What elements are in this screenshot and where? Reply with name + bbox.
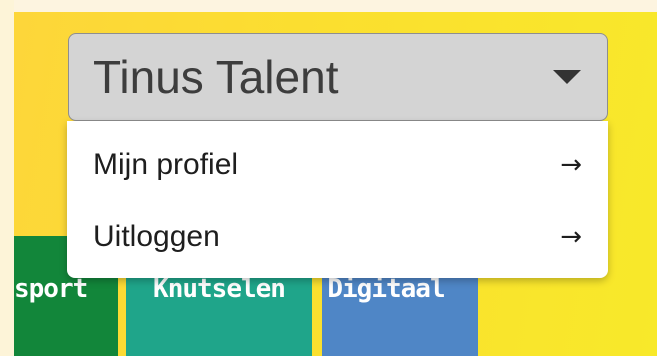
- menu-item-label: Uitloggen: [93, 220, 220, 253]
- category-label: sport: [14, 274, 88, 304]
- arrow-right-icon: →: [560, 222, 582, 252]
- category-label: Digitaal: [327, 274, 445, 304]
- menu-item-uitloggen[interactable]: Uitloggen →: [67, 201, 608, 273]
- user-menu-toggle[interactable]: Tinus Talent: [68, 33, 608, 121]
- username: Tinus Talent: [93, 51, 339, 103]
- arrow-right-icon: →: [560, 150, 582, 180]
- menu-item-label: Mijn profiel: [93, 148, 239, 181]
- category-label: Knutselen: [153, 274, 286, 304]
- page-background-left: [0, 0, 14, 356]
- page-background-top: [0, 0, 657, 12]
- menu-item-mijn-profiel[interactable]: Mijn profiel →: [67, 129, 608, 201]
- caret-down-icon: [553, 70, 581, 84]
- user-dropdown-menu: Mijn profiel → Uitloggen →: [67, 121, 608, 278]
